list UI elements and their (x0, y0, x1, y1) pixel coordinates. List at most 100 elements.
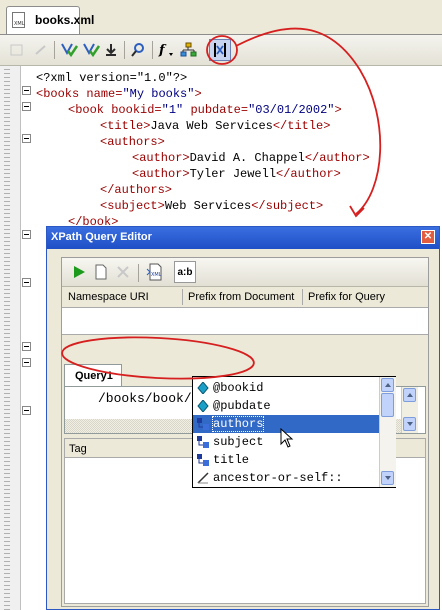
column-namespace-uri[interactable]: Namespace URI (68, 291, 149, 303)
namespace-table-header: Namespace URI Prefix from Document Prefi… (62, 287, 428, 308)
dialog-toolbar: XML a:b (62, 258, 428, 287)
autocomplete-item[interactable]: @bookid (193, 379, 379, 397)
xml-file-icon: XML (12, 12, 25, 28)
axis-icon (197, 472, 209, 484)
code-line[interactable]: <?xml version="1.0"?> (36, 70, 187, 86)
fold-toggle[interactable] (22, 230, 31, 239)
autocomplete-item[interactable]: title (193, 451, 379, 469)
new-icon[interactable] (90, 261, 112, 283)
toolbar-separator (54, 41, 55, 59)
scroll-thumb[interactable] (381, 393, 394, 417)
code-line[interactable]: <subject>Web Services</subject> (100, 198, 323, 214)
column-prefix-from-document[interactable]: Prefix from Document (188, 291, 294, 303)
run-icon[interactable] (68, 261, 90, 283)
editor-toolbar: f (0, 35, 442, 66)
code-line[interactable]: <author>David A. Chappel</author> (132, 150, 370, 166)
code-token: Java Web Services (150, 119, 273, 133)
close-button[interactable]: ✕ (421, 230, 435, 244)
autocomplete-item-label: authors (211, 416, 265, 432)
autocomplete-popup: @bookid @pubdate authors subject title ancest… (192, 376, 396, 488)
tab-books-xml[interactable]: XML books.xml (6, 6, 94, 34)
autocomplete-item-label: subject (213, 435, 264, 449)
code-token: <?xml version="1.0"?> (36, 71, 188, 85)
toolbar-separator (124, 41, 125, 59)
scroll-down-button[interactable] (403, 417, 416, 431)
validate-all-icon[interactable] (80, 39, 102, 61)
code-token: </author> (276, 167, 341, 181)
query-text: /books/book/a (98, 391, 200, 406)
autocomplete-item[interactable]: @pubdate (193, 397, 379, 415)
scroll-up-button[interactable] (381, 378, 394, 392)
xpath-query-editor-icon[interactable] (209, 39, 231, 61)
fold-toggle[interactable] (22, 358, 31, 367)
autocomplete-item[interactable]: ancestor-or-self:: (193, 469, 379, 487)
delete-icon (112, 261, 134, 283)
code-line[interactable]: <authors> (100, 134, 165, 150)
fold-toggle[interactable] (22, 342, 31, 351)
code-line[interactable]: <title>Java Web Services</title> (100, 118, 330, 134)
autocomplete-item-label: ancestor-or-self:: (213, 471, 343, 485)
scroll-down-button[interactable] (381, 471, 394, 485)
code-token: </authors> (100, 183, 173, 197)
code-token: <author> (132, 151, 190, 165)
search-xpath-icon[interactable] (128, 39, 150, 61)
code-token: David A. Chappel (189, 151, 305, 165)
attribute-icon (197, 381, 209, 395)
dialog-titlebar[interactable]: XPath Query Editor ✕ (47, 227, 439, 249)
column-prefix-for-query[interactable]: Prefix for Query (308, 291, 385, 303)
element-icon (197, 418, 209, 430)
namespace-button-label: a:b (177, 266, 193, 278)
code-token: <subject> (100, 199, 165, 213)
autocomplete-item-label: @pubdate (213, 399, 271, 413)
disabled-arrow-icon (30, 39, 52, 61)
element-icon (197, 454, 209, 466)
code-token: </title> (272, 119, 331, 133)
column-divider[interactable] (302, 289, 303, 305)
dialog-title: XPath Query Editor (51, 231, 152, 243)
code-token: </author> (304, 151, 370, 165)
code-token: Web Services (164, 199, 252, 213)
element-icon (197, 436, 209, 448)
fold-toggle[interactable] (22, 406, 31, 415)
code-line[interactable]: <books name="My books"> (36, 86, 202, 102)
namespace-button[interactable]: a:b (174, 261, 196, 283)
scroll-up-button[interactable] (403, 388, 416, 402)
code-token: > (194, 87, 202, 101)
code-line[interactable]: <author>Tyler Jewell</author> (132, 166, 341, 182)
tab-label: books.xml (35, 13, 95, 27)
column-tag[interactable]: Tag (69, 443, 87, 455)
query-tab-label: Query1 (75, 370, 113, 382)
code-token: "My books" (122, 87, 195, 101)
fold-toggle[interactable] (22, 102, 31, 111)
query-vertical-scrollbar[interactable] (401, 387, 418, 433)
code-line[interactable]: <book bookid="1" pubdate="03/01/2002"> (68, 102, 342, 118)
code-token: "03/01/2002" (248, 103, 335, 117)
svg-text:f: f (158, 43, 167, 58)
mouse-cursor-icon (280, 428, 294, 448)
editor-tab-bar: XML books.xml (0, 0, 442, 35)
xml-icon[interactable]: XML (144, 261, 166, 283)
code-line[interactable]: </authors> (100, 182, 172, 198)
tree-icon[interactable] (178, 39, 200, 61)
namespace-table-body[interactable] (62, 308, 428, 335)
code-token: <author> (132, 167, 190, 181)
xml-file-icon-label: XML (14, 21, 25, 27)
column-divider[interactable] (182, 289, 183, 305)
code-token: <books (36, 87, 87, 101)
code-token: <book (68, 103, 112, 117)
fold-toggle[interactable] (22, 86, 31, 95)
function-icon[interactable]: f (156, 39, 178, 61)
fold-toggle[interactable] (22, 134, 31, 143)
tab-query1[interactable]: Query1 (64, 364, 122, 386)
xml-code-area[interactable]: <?xml version="1.0"?> <books name="My boo… (36, 66, 436, 229)
validate-icon[interactable] (58, 39, 80, 61)
code-token: <title> (100, 119, 151, 133)
disabled-tool-icon (6, 39, 28, 61)
fold-toggle[interactable] (22, 278, 31, 287)
autocomplete-item-label: title (213, 453, 250, 467)
code-token: > (334, 103, 342, 117)
code-token: Tyler Jewell (189, 167, 277, 181)
autocomplete-item-label: @bookid (213, 381, 264, 395)
insert-icon[interactable] (100, 39, 122, 61)
autocomplete-scrollbar[interactable] (379, 377, 396, 487)
